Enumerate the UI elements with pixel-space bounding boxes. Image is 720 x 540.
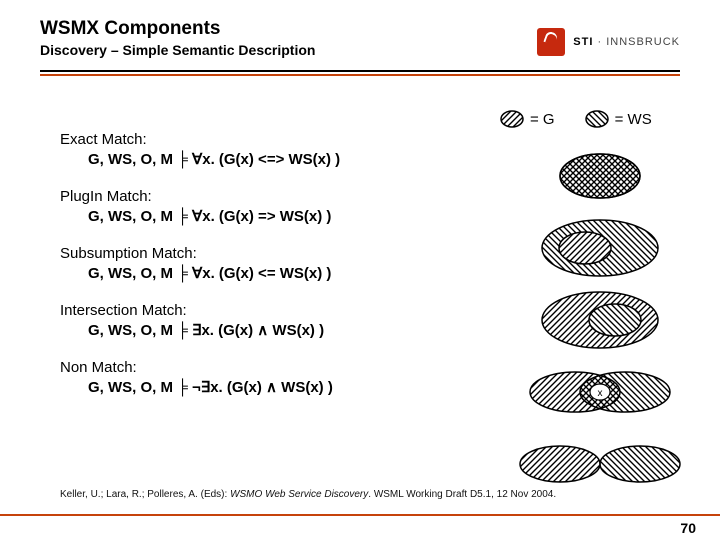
svg-text:x: x: [598, 388, 603, 399]
legend: = G = WS: [500, 110, 700, 128]
match-plugin: PlugIn Match: G, WS, O, M ╞ ∀x. (G(x) =>…: [60, 187, 480, 226]
diagram-subsumption: [500, 284, 700, 356]
content: Exact Match: G, WS, O, M ╞ ∀x. (G(x) <=>…: [60, 130, 480, 415]
legend-g-icon: [500, 110, 524, 128]
match-intersection: Intersection Match: G, WS, O, M ╞ ∃x. (G…: [60, 301, 480, 340]
legend-ws-label: = WS: [615, 111, 652, 128]
org-logo: STI · INNSBRUCK: [537, 28, 680, 56]
slide: WSMX Components Discovery – Simple Seman…: [0, 0, 720, 540]
legend-ws-icon: [585, 110, 609, 128]
footer-rule: [0, 514, 720, 516]
diagram-intersection: x: [500, 356, 700, 428]
logo-icon: [537, 28, 565, 56]
citation: Keller, U.; Lara, R.; Polleres, A. (Eds)…: [60, 489, 680, 500]
header-rule: [40, 70, 680, 72]
logo-text: STI · INNSBRUCK: [573, 36, 680, 48]
match-non: Non Match: G, WS, O, M ╞ ¬∃x. (G(x) ∧ WS…: [60, 358, 480, 397]
legend-ws: = WS: [585, 110, 652, 128]
diagram-plugin: [500, 212, 700, 284]
page-number: 70: [680, 520, 696, 536]
diagrams: x: [500, 140, 700, 500]
header-rule-accent: [40, 74, 680, 76]
legend-g: = G: [500, 110, 555, 128]
legend-g-label: = G: [530, 111, 555, 128]
match-exact: Exact Match: G, WS, O, M ╞ ∀x. (G(x) <=>…: [60, 130, 480, 169]
match-subsumption: Subsumption Match: G, WS, O, M ╞ ∀x. (G(…: [60, 244, 480, 283]
diagram-exact: [500, 140, 700, 212]
